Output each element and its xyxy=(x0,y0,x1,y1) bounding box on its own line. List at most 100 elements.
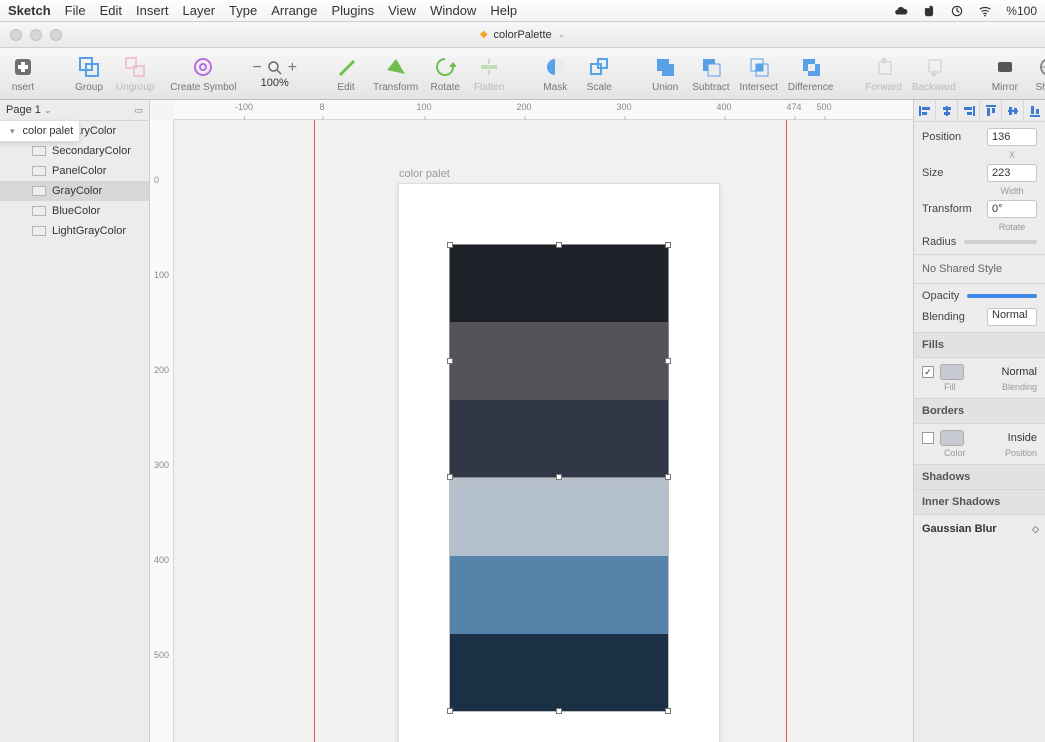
sync-icon[interactable] xyxy=(950,4,964,18)
document-title[interactable]: ◆ colorPalette ⌄ xyxy=(480,29,565,41)
layers-panel: Page 1 ⌄ ▭ color palet PrimaryColor Seco… xyxy=(0,100,150,742)
fill-blend-sublabel: Blending xyxy=(1002,382,1037,392)
evernote-icon[interactable] xyxy=(922,4,936,18)
align-bottom-button[interactable] xyxy=(1024,100,1045,121)
border-color-sublabel: Color xyxy=(944,448,966,458)
align-center-h-button[interactable] xyxy=(936,100,958,121)
menu-view[interactable]: View xyxy=(388,3,416,18)
intersect-tool[interactable]: Intersect xyxy=(740,54,778,93)
position-x-input[interactable] xyxy=(987,128,1037,146)
layer-graycolor[interactable]: GrayColor xyxy=(0,181,149,201)
layer-artboard[interactable]: color palet xyxy=(0,121,79,141)
menu-file[interactable]: File xyxy=(65,3,86,18)
menu-edit[interactable]: Edit xyxy=(100,3,122,18)
border-enabled-checkbox[interactable] xyxy=(922,432,934,444)
subtract-tool[interactable]: Subtract xyxy=(692,54,729,93)
mirror-tool[interactable]: Mirror xyxy=(988,54,1022,93)
border-position-select[interactable]: Inside xyxy=(1008,432,1037,444)
fill-sublabel: Fill xyxy=(944,382,956,392)
transform-sublabel: Rotate xyxy=(987,222,1037,232)
size-width-input[interactable] xyxy=(987,164,1037,182)
fill-enabled-checkbox[interactable]: ✓ xyxy=(922,366,934,378)
transform-label: Transform xyxy=(922,203,972,215)
blending-label: Blending xyxy=(922,311,965,323)
shared-style-selector[interactable]: No Shared Style xyxy=(914,255,1045,284)
borders-header[interactable]: Borders xyxy=(914,399,1045,424)
scale-tool[interactable]: Scale xyxy=(582,54,616,93)
menu-type[interactable]: Type xyxy=(229,3,257,18)
wifi-icon[interactable] xyxy=(978,4,992,18)
insert-tool[interactable]: nsert xyxy=(6,54,40,93)
app-name[interactable]: Sketch xyxy=(8,3,51,18)
position-label: Position xyxy=(922,131,961,143)
fill-blending-select[interactable]: Normal xyxy=(1002,366,1037,378)
blending-select[interactable]: Normal xyxy=(987,308,1037,326)
align-left-button[interactable] xyxy=(914,100,936,121)
fill-color-swatch[interactable] xyxy=(940,364,964,380)
size-label: Size xyxy=(922,167,943,179)
layer-lightgraycolor[interactable]: LightGrayColor xyxy=(0,221,149,241)
battery-text[interactable]: %100 xyxy=(1006,4,1037,18)
flatten-tool[interactable]: Flatten xyxy=(472,54,506,93)
ungroup-tool[interactable]: Ungroup xyxy=(116,54,154,93)
shadows-header[interactable]: Shadows xyxy=(914,465,1045,490)
align-center-v-button[interactable] xyxy=(1002,100,1024,121)
pages-dropdown-icon: ⌄ xyxy=(44,105,52,115)
menu-window[interactable]: Window xyxy=(430,3,476,18)
union-tool[interactable]: Union xyxy=(648,54,682,93)
group-tool[interactable]: Group xyxy=(72,54,106,93)
menubar-left: Sketch File Edit Insert Layer Type Arran… xyxy=(8,3,517,18)
menu-plugins[interactable]: Plugins xyxy=(331,3,374,18)
inner-shadows-header[interactable]: Inner Shadows xyxy=(914,490,1045,515)
menu-arrange[interactable]: Arrange xyxy=(271,3,317,18)
align-top-button[interactable] xyxy=(980,100,1002,121)
pages-header[interactable]: Page 1 ⌄ ▭ xyxy=(0,100,149,121)
opacity-label: Opacity xyxy=(922,290,959,302)
close-window-button[interactable] xyxy=(10,29,22,41)
mask-tool[interactable]: Mask xyxy=(538,54,572,93)
inspector-panel: Position X Size Width Transform Rotate R… xyxy=(913,100,1045,742)
transform-tool[interactable]: Transform xyxy=(373,54,418,93)
align-right-button[interactable] xyxy=(958,100,980,121)
sketch-gem-icon: ◆ xyxy=(480,29,488,40)
layer-bluecolor[interactable]: BlueColor xyxy=(0,201,149,221)
edit-tool[interactable]: Edit xyxy=(329,54,363,93)
opacity-slider[interactable] xyxy=(967,294,1037,298)
menu-insert[interactable]: Insert xyxy=(136,3,169,18)
layer-panelcolor[interactable]: PanelColor xyxy=(0,161,149,181)
zoom-icon[interactable] xyxy=(266,59,284,77)
macos-menubar: Sketch File Edit Insert Layer Type Arran… xyxy=(0,0,1045,22)
traffic-lights xyxy=(0,29,62,41)
radius-slider[interactable] xyxy=(964,240,1037,244)
backward-tool[interactable]: Backward xyxy=(912,54,956,93)
page-name: Page 1 xyxy=(6,104,41,116)
difference-tool[interactable]: Difference xyxy=(788,54,833,93)
window-titlebar: ◆ colorPalette ⌄ xyxy=(0,22,1045,48)
guide-left[interactable] xyxy=(314,120,315,742)
canvas-area: -100 8 100 200 300 400 474 500 0 100 200… xyxy=(150,100,913,742)
pages-config-icon[interactable]: ▭ xyxy=(134,105,143,116)
menu-help[interactable]: Help xyxy=(490,3,517,18)
ruler-vertical[interactable]: 0 100 200 300 400 500 xyxy=(150,120,174,742)
artboard-title[interactable]: color palet xyxy=(399,168,450,180)
create-symbol-tool[interactable]: Create Symbol xyxy=(186,54,220,93)
rotate-tool[interactable]: Rotate xyxy=(428,54,462,93)
layer-secondarycolor[interactable]: SecondaryColor xyxy=(0,141,149,161)
border-color-swatch[interactable] xyxy=(940,430,964,446)
minimize-window-button[interactable] xyxy=(30,29,42,41)
canvas[interactable]: color palet xyxy=(174,120,913,742)
share-tool[interactable]: Share xyxy=(1032,54,1045,93)
gaussian-blur-row[interactable]: Gaussian Blur◇ xyxy=(914,515,1045,543)
ruler-horizontal[interactable]: -100 8 100 200 300 400 474 500 xyxy=(174,100,913,120)
guide-right[interactable] xyxy=(786,120,787,742)
size-width-sublabel: Width xyxy=(987,186,1037,196)
toolbar: nsert Group Ungroup Create Symbol − + 10… xyxy=(0,48,1045,100)
zoom-in-button[interactable]: + xyxy=(288,59,297,77)
fills-header[interactable]: Fills xyxy=(914,333,1045,358)
zoom-window-button[interactable] xyxy=(50,29,62,41)
transform-rotate-input[interactable] xyxy=(987,200,1037,218)
zoom-out-button[interactable]: − xyxy=(252,59,261,77)
menu-layer[interactable]: Layer xyxy=(183,3,216,18)
forward-tool[interactable]: Forward xyxy=(865,54,902,93)
cloud-icon[interactable] xyxy=(894,4,908,18)
